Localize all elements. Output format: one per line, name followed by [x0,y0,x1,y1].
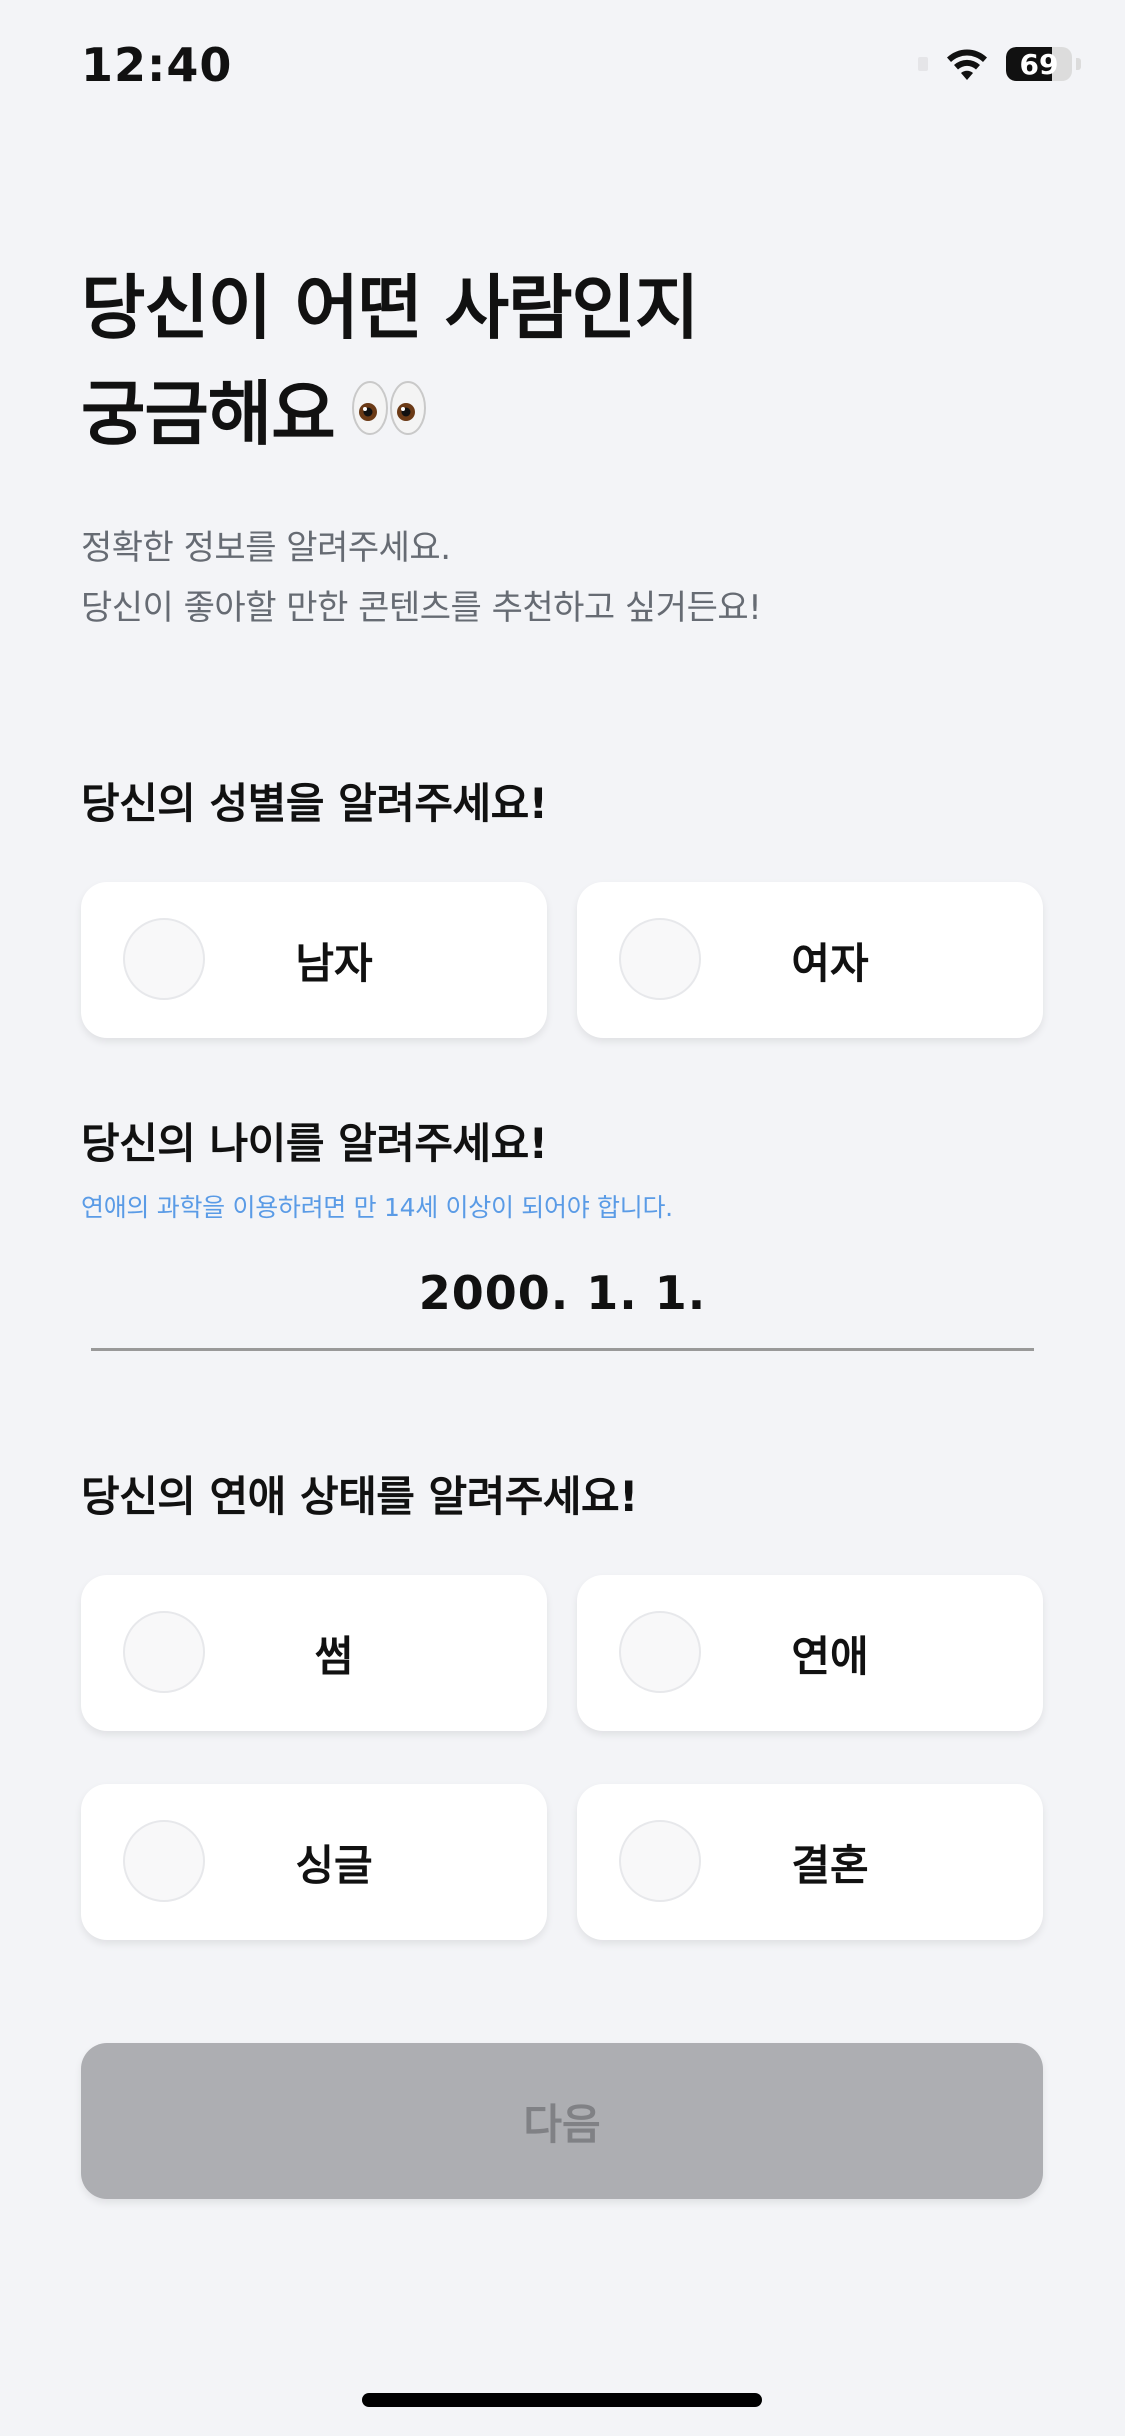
eyes-icon [351,360,427,466]
gender-section-label: 당신의 성별을 알려주세요! [81,779,548,828]
wifi-icon [944,46,990,82]
battery-icon: 69 [1006,47,1072,81]
status-icons: 69 [918,46,1081,82]
birthdate-picker[interactable]: 2000. 1. 1. [91,1266,1034,1320]
subtitle-line-1: 정확한 정보를 알려주세요. [81,528,451,568]
battery-level: 69 [1019,47,1059,81]
next-button[interactable]: 다음 [81,2043,1043,2199]
relationship-option-single[interactable]: 싱글 [81,1784,547,1940]
option-label: 결혼 [791,1840,869,1890]
option-label: 썸 [314,1631,354,1681]
age-requirement-note: 연애의 과학을 이용하려면 만 14세 이상이 되어야 합니다. [81,1193,673,1222]
home-indicator [362,2393,762,2407]
option-label: 연애 [791,1631,869,1681]
relationship-option-married[interactable]: 결혼 [577,1784,1043,1940]
title-line-1: 당신이 어떤 사람인지 [81,267,699,349]
title-line-2-text: 궁금해요 [81,373,336,455]
option-label: 여자 [791,938,869,988]
option-label: 남자 [295,938,373,988]
status-time: 12:40 [81,38,233,92]
page-title: 당신이 어떤 사람인지 궁금해요 [81,255,699,472]
date-underline [91,1348,1034,1351]
title-line-2: 궁금해요 [81,361,698,472]
relationship-option-some[interactable]: 썸 [81,1575,547,1731]
battery-tip [1076,58,1081,70]
relationship-option-dating[interactable]: 연애 [577,1575,1043,1731]
gender-option-male[interactable]: 남자 [81,882,547,1038]
cellular-signal-icon [918,57,928,71]
subtitle: 정확한 정보를 알려주세요. 당신이 좋아할 만한 콘텐츠를 추천하고 싶거든요… [81,518,762,638]
option-label: 싱글 [295,1840,373,1890]
subtitle-line-2: 당신이 좋아할 만한 콘텐츠를 추천하고 싶거든요! [81,588,762,628]
age-section-label: 당신의 나이를 알려주세요! [81,1119,548,1168]
relationship-section-label: 당신의 연애 상태를 알려주세요! [81,1472,638,1521]
gender-option-female[interactable]: 여자 [577,882,1043,1038]
status-bar: 12:40 69 [0,0,1125,140]
